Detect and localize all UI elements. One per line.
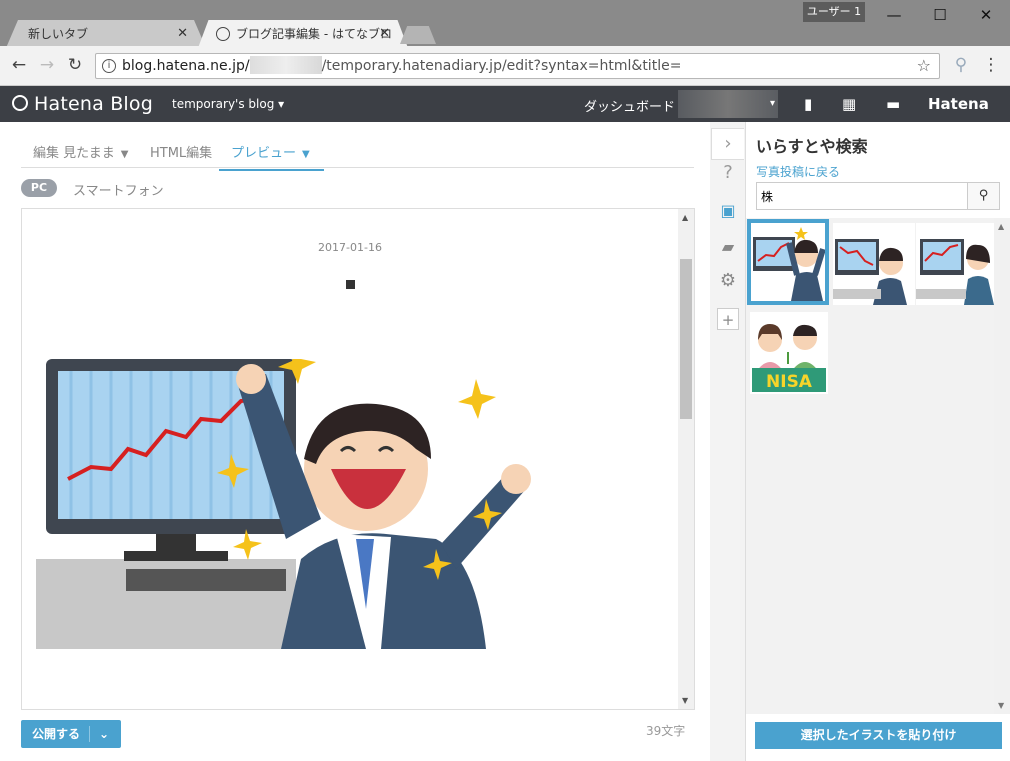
results-scrollbar[interactable]: ▲ ▼ (994, 218, 1010, 714)
info-icon[interactable]: i (102, 59, 116, 73)
tab-preview[interactable]: プレビュー ▼ (219, 142, 324, 171)
illustration-results: NISA (746, 218, 998, 714)
chevron-down-icon: ▼ (120, 149, 129, 160)
url-path: /temporary.hatenadiary.jp/edit?syntax=ht… (321, 58, 682, 74)
hatena-brand-link[interactable]: Hatena (928, 95, 989, 113)
tab-wysiwyg[interactable]: 編集 見たまま ▼ (33, 142, 128, 161)
panel-title: いらすとや検索 (756, 137, 868, 156)
character-count: 39文字 (646, 724, 686, 738)
preview-frame: 2017-01-16 ▲ ▼ (21, 208, 695, 710)
preview-scrollbar[interactable]: ▲ ▼ (678, 209, 694, 709)
search-input[interactable] (757, 183, 969, 209)
result-thumbnail[interactable]: NISA (750, 312, 828, 394)
scrollbar-thumb[interactable] (680, 259, 692, 419)
result-image (916, 239, 994, 305)
paste-selected-button[interactable]: 選択したイラストを貼り付け (755, 722, 1002, 749)
notification-bubble-icon[interactable]: ▬ (886, 95, 900, 113)
close-icon[interactable]: ✕ (177, 20, 188, 48)
scroll-down-icon[interactable]: ▼ (682, 696, 688, 705)
preview-illustration (36, 359, 531, 649)
extension-icon[interactable]: ⚲ (950, 54, 972, 76)
publish-button[interactable]: 公開する ⌄ (21, 720, 121, 748)
tab-new-tab[interactable]: 新しいタブ ✕ (6, 20, 206, 48)
editor-pane: 編集 見たまま ▼ HTML編集 プレビュー ▼ PC スマートフォン 2017-0… (0, 122, 710, 761)
apps-grid-icon[interactable]: ▦ (842, 95, 856, 113)
chevron-down-icon: ▼ (302, 149, 310, 160)
nisa-label: NISA (766, 372, 813, 392)
profile-badge[interactable]: ユーザー 1 (803, 2, 865, 22)
minimize-button[interactable]: — (871, 0, 917, 30)
close-window-button[interactable]: ✕ (963, 0, 1009, 30)
reload-icon[interactable]: ↻ (64, 54, 86, 76)
forward-arrow-icon[interactable]: → (36, 54, 58, 76)
button-divider (89, 726, 90, 742)
result-image (833, 239, 907, 305)
result-thumbnail[interactable] (747, 219, 829, 305)
preview-title-placeholder (346, 280, 355, 289)
maximize-button[interactable]: ☐ (917, 0, 963, 30)
photo-icon[interactable]: ▣ (717, 200, 739, 222)
search-box: ⚲ (756, 182, 1000, 210)
url-redacted (249, 56, 322, 74)
preview-date: 2017-01-16 (318, 241, 382, 254)
result-image: NISA (752, 324, 826, 392)
scroll-down-icon[interactable]: ▼ (998, 701, 1004, 710)
gear-icon[interactable]: ⚙ (717, 270, 739, 292)
chevron-down-icon: ▾ (770, 98, 776, 109)
pc-preview-toggle[interactable]: PC (21, 179, 57, 197)
tab-html-edit[interactable]: HTML編集 (150, 142, 212, 161)
scroll-up-icon[interactable]: ▲ (682, 213, 688, 222)
browser-toolbar: ← → ↻ i blog.hatena.ne.jp/ /temporary.hat… (0, 46, 1010, 86)
smartphone-preview-toggle[interactable]: スマートフォン (73, 180, 164, 199)
user-menu[interactable] (678, 90, 778, 118)
back-arrow-icon[interactable]: ← (8, 54, 30, 76)
collapse-panel-icon[interactable]: › (711, 128, 744, 160)
close-icon[interactable]: ✕ (379, 20, 390, 48)
pen-logo-icon (12, 95, 28, 111)
result-thumbnail[interactable] (833, 223, 915, 305)
editor-mode-tabs: 編集 見たまま ▼ HTML編集 プレビュー ▼ (21, 136, 694, 171)
result-thumbnail[interactable] (916, 223, 998, 305)
tab-blog-edit[interactable]: ブログ記事編集 - はてなブロ ✕ (198, 20, 408, 48)
url-host: blog.hatena.ne.jp/ (122, 58, 250, 74)
add-icon[interactable]: + (717, 308, 739, 330)
scroll-up-icon[interactable]: ▲ (998, 222, 1004, 231)
side-icon-rail: › ? ▣ ▰ ⚙ + (710, 122, 745, 761)
result-image (753, 227, 826, 301)
hatena-blog-logo[interactable]: Hatena Blog (12, 93, 153, 115)
chevron-down-icon[interactable]: ⌄ (99, 720, 109, 748)
search-icon[interactable]: ⚲ (967, 183, 999, 209)
tab-label: 新しいタブ (28, 27, 89, 41)
hatena-favicon-icon (216, 27, 230, 41)
tab-label: ブログ記事編集 - はてなブロ (236, 27, 392, 41)
bookmark-star-icon[interactable]: ☆ (917, 54, 931, 78)
new-tab-button[interactable] (400, 26, 436, 44)
help-icon[interactable]: ? (717, 162, 739, 184)
folder-icon[interactable]: ▰ (717, 236, 739, 258)
address-bar[interactable]: i blog.hatena.ne.jp/ /temporary.hatenadia… (95, 53, 940, 79)
back-to-photo-link[interactable]: 写真投稿に戻る (756, 163, 840, 180)
window-titlebar: ユーザー 1 — ☐ ✕ 新しいタブ ✕ ブログ記事編集 - はてなブロ ✕ (0, 0, 1010, 48)
bookmark-flag-icon[interactable]: ▮ (804, 95, 812, 113)
menu-kebab-icon[interactable]: ⋮ (980, 54, 1002, 76)
hatena-header: Hatena Blog temporary's blog ▾ ダッシュボード ▾… (0, 86, 1010, 122)
blog-selector[interactable]: temporary's blog ▾ (172, 97, 284, 111)
dashboard-link[interactable]: ダッシュボード (584, 96, 675, 115)
irasutoya-search-panel: いらすとや検索 写真投稿に戻る ⚲ (745, 122, 1010, 761)
